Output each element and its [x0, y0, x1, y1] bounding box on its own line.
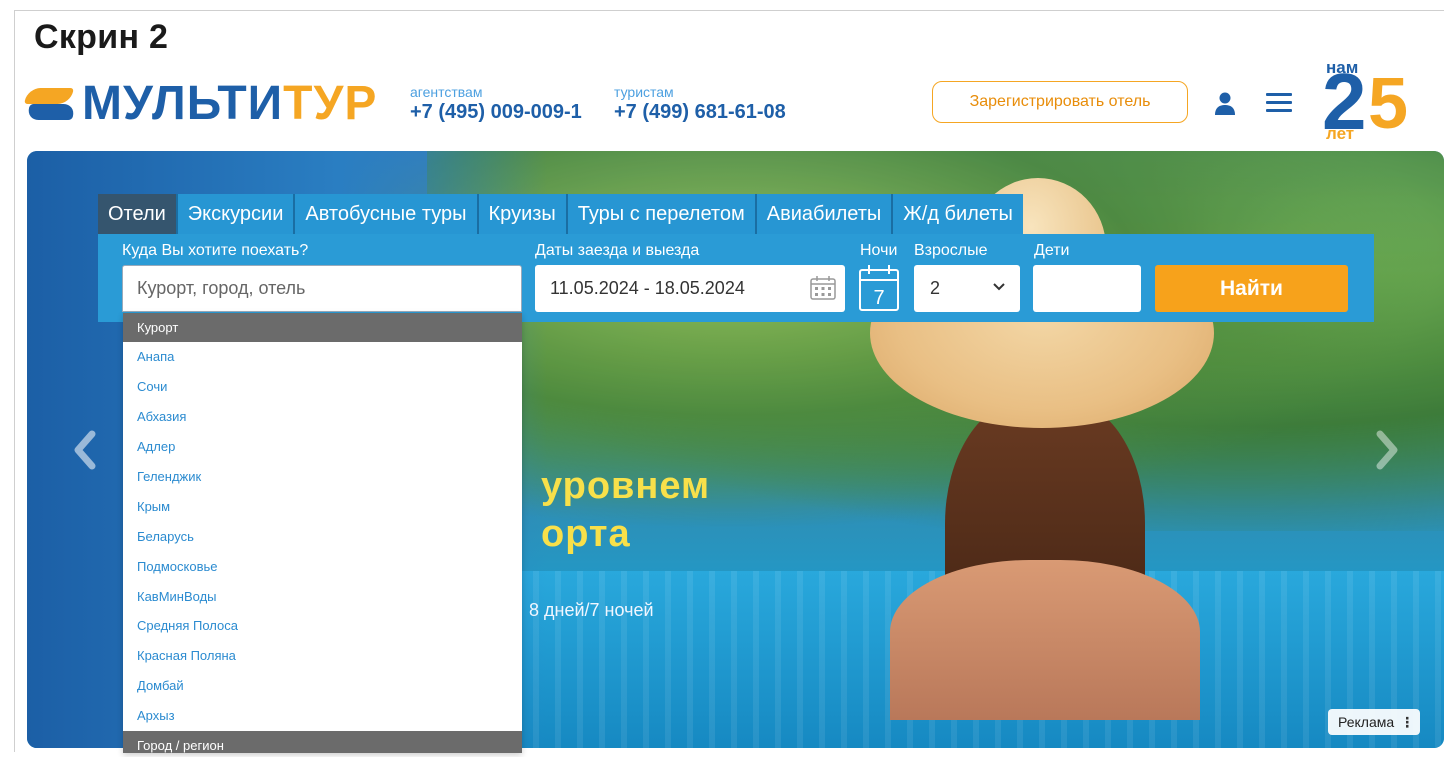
banner-promo-line2: орта [541, 513, 631, 555]
nights-calendar-icon[interactable]: 7 [858, 264, 900, 312]
logo-text-part2: ТУР [283, 77, 378, 130]
tab-excursions[interactable]: Экскурсии [177, 194, 296, 234]
dropdown-group-header: Город / регион [123, 730, 522, 753]
dates-field[interactable]: 11.05.2024 - 18.05.2024 [535, 265, 845, 312]
tab-hotels[interactable]: Отели [98, 194, 178, 234]
dropdown-item[interactable]: Средняя Полоса [123, 611, 522, 641]
banner-woman-shoulders [890, 560, 1200, 720]
dropdown-item[interactable]: Сочи [123, 372, 522, 402]
ad-more-icon[interactable]: ⋮ [1400, 714, 1414, 731]
destination-label: Куда Вы хотите поехать? [122, 242, 309, 259]
tab-air-tickets[interactable]: Авиабилеты [756, 194, 894, 234]
adults-select[interactable]: 2 [914, 265, 1020, 312]
banner-prev-arrow-icon[interactable] [70, 428, 100, 472]
banner-promo-duration: 8 дней/7 ночей [529, 600, 654, 620]
dropdown-item[interactable]: Крым [123, 491, 522, 521]
calendar-icon[interactable] [809, 275, 837, 301]
adults-value: 2 [930, 278, 941, 298]
dropdown-item[interactable]: Красная Поляна [123, 641, 522, 671]
site-logo[interactable]: МУЛЬТИТУР [24, 80, 377, 128]
agents-phone[interactable]: +7 (495) 009-009-1 [410, 100, 582, 124]
dates-label: Даты заезда и выезда [535, 242, 700, 259]
tourists-caption: туристам [614, 84, 674, 100]
screenshot-caption: Скрин 2 [34, 18, 169, 56]
hamburger-menu-icon[interactable] [1266, 93, 1292, 113]
anniversary-bottom-text: лет [1326, 124, 1355, 143]
chevron-down-icon [993, 283, 1005, 291]
dropdown-item[interactable]: Абхазия [123, 402, 522, 432]
nights-label: Ночи [860, 242, 898, 259]
dropdown-item[interactable]: Архыз [123, 701, 522, 731]
dropdown-item[interactable]: Подмосковье [123, 551, 522, 581]
anniversary-top-text: нам [1326, 58, 1359, 77]
tab-train-tickets[interactable]: Ж/д билеты [893, 194, 1023, 234]
destination-dropdown: Курорт Анапа Сочи Абхазия Адлер Геленджи… [123, 313, 522, 753]
children-field[interactable] [1033, 265, 1141, 312]
logo-text: МУЛЬТИТУР [82, 80, 377, 128]
search-tabs: Отели Экскурсии Автобусные туры Круизы Т… [98, 194, 1023, 234]
dropdown-group-header: Курорт [123, 313, 522, 342]
adults-label: Взрослые [914, 242, 988, 259]
dropdown-item[interactable]: Домбай [123, 671, 522, 701]
dates-value: 11.05.2024 - 18.05.2024 [550, 278, 745, 298]
nights-value: 7 [873, 287, 884, 309]
tab-flight-tours[interactable]: Туры с перелетом [567, 194, 757, 234]
destination-field[interactable] [122, 265, 522, 312]
user-icon[interactable] [1212, 90, 1238, 116]
tab-cruises[interactable]: Круизы [478, 194, 568, 234]
ad-label-text: Реклама [1338, 714, 1395, 730]
dropdown-item[interactable]: КавМинВоды [123, 581, 522, 611]
dropdown-item[interactable]: Анапа [123, 342, 522, 372]
tourists-phone[interactable]: +7 (499) 681-61-08 [614, 100, 786, 124]
register-hotel-button[interactable]: Зарегистрировать отель [932, 81, 1188, 123]
logo-text-part1: МУЛЬТИ [82, 77, 284, 130]
dropdown-item[interactable]: Геленджик [123, 462, 522, 492]
ad-label-badge[interactable]: Реклама ⋮ [1328, 709, 1421, 735]
anniversary-digit-five: 5 [1368, 64, 1409, 144]
tab-bus-tours[interactable]: Автобусные туры [295, 194, 479, 234]
logo-waves-icon [24, 82, 76, 126]
agents-caption: агентствам [410, 84, 483, 100]
children-label: Дети [1034, 242, 1070, 259]
anniversary-badge: 2 5 нам лет [1318, 58, 1428, 144]
dropdown-item[interactable]: Беларусь [123, 521, 522, 551]
banner-promo-line1: уровнем [541, 465, 711, 507]
dropdown-item[interactable]: Адлер [123, 432, 522, 462]
find-button[interactable]: Найти [1155, 265, 1348, 312]
agents-contact: агентствам +7 (495) 009-009-1 [410, 84, 582, 124]
destination-input[interactable] [137, 278, 521, 299]
banner-next-arrow-icon[interactable] [1372, 428, 1402, 472]
tourists-contact: туристам +7 (499) 681-61-08 [614, 84, 786, 124]
